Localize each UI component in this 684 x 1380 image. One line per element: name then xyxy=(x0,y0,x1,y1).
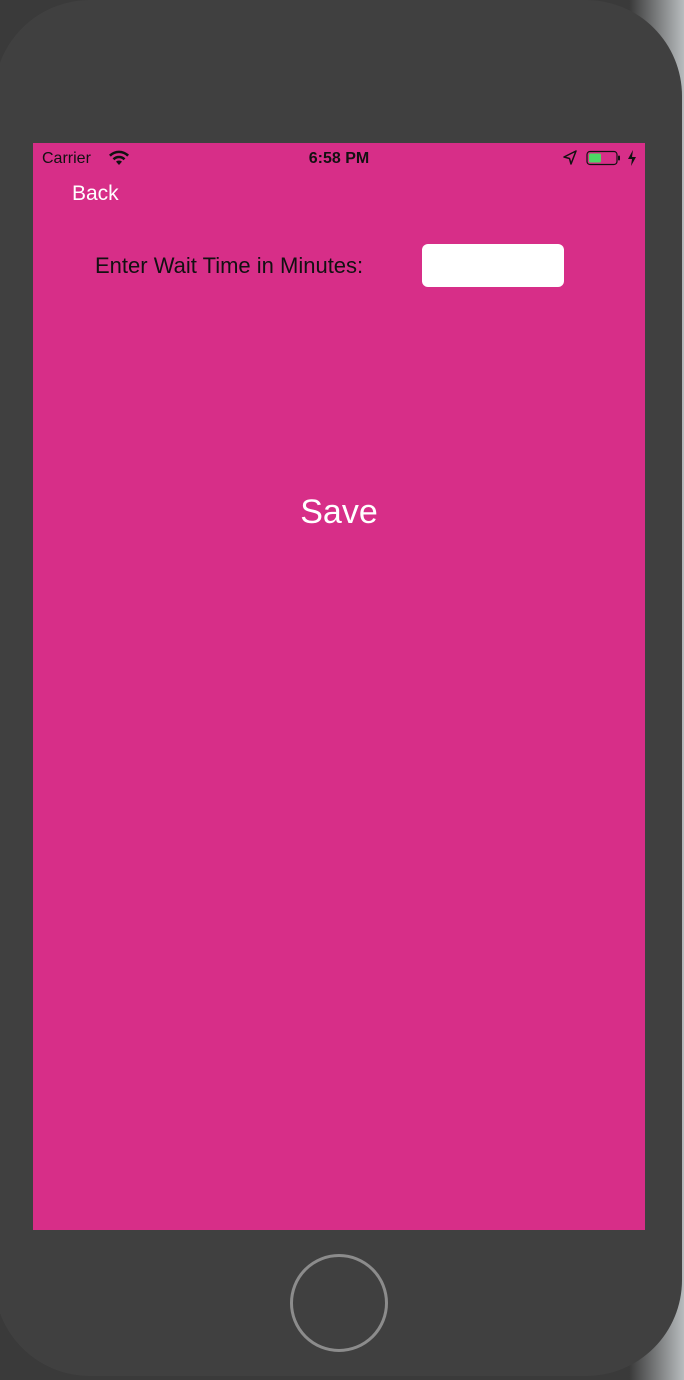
wait-time-input[interactable] xyxy=(422,244,564,287)
save-button[interactable]: Save xyxy=(33,493,645,532)
wait-time-label: Enter Wait Time in Minutes: xyxy=(95,253,364,278)
charging-bolt-icon xyxy=(628,150,636,166)
app-screen: Carrier 6:58 PM Back Enter Wait Time in … xyxy=(33,143,645,1230)
location-arrow-icon xyxy=(563,150,577,165)
back-button[interactable]: Back xyxy=(72,182,119,206)
clock-time: 6:58 PM xyxy=(308,150,370,167)
status-bar: Carrier 6:58 PM xyxy=(33,143,645,173)
battery-icon xyxy=(586,150,620,166)
home-button[interactable] xyxy=(290,1254,388,1352)
